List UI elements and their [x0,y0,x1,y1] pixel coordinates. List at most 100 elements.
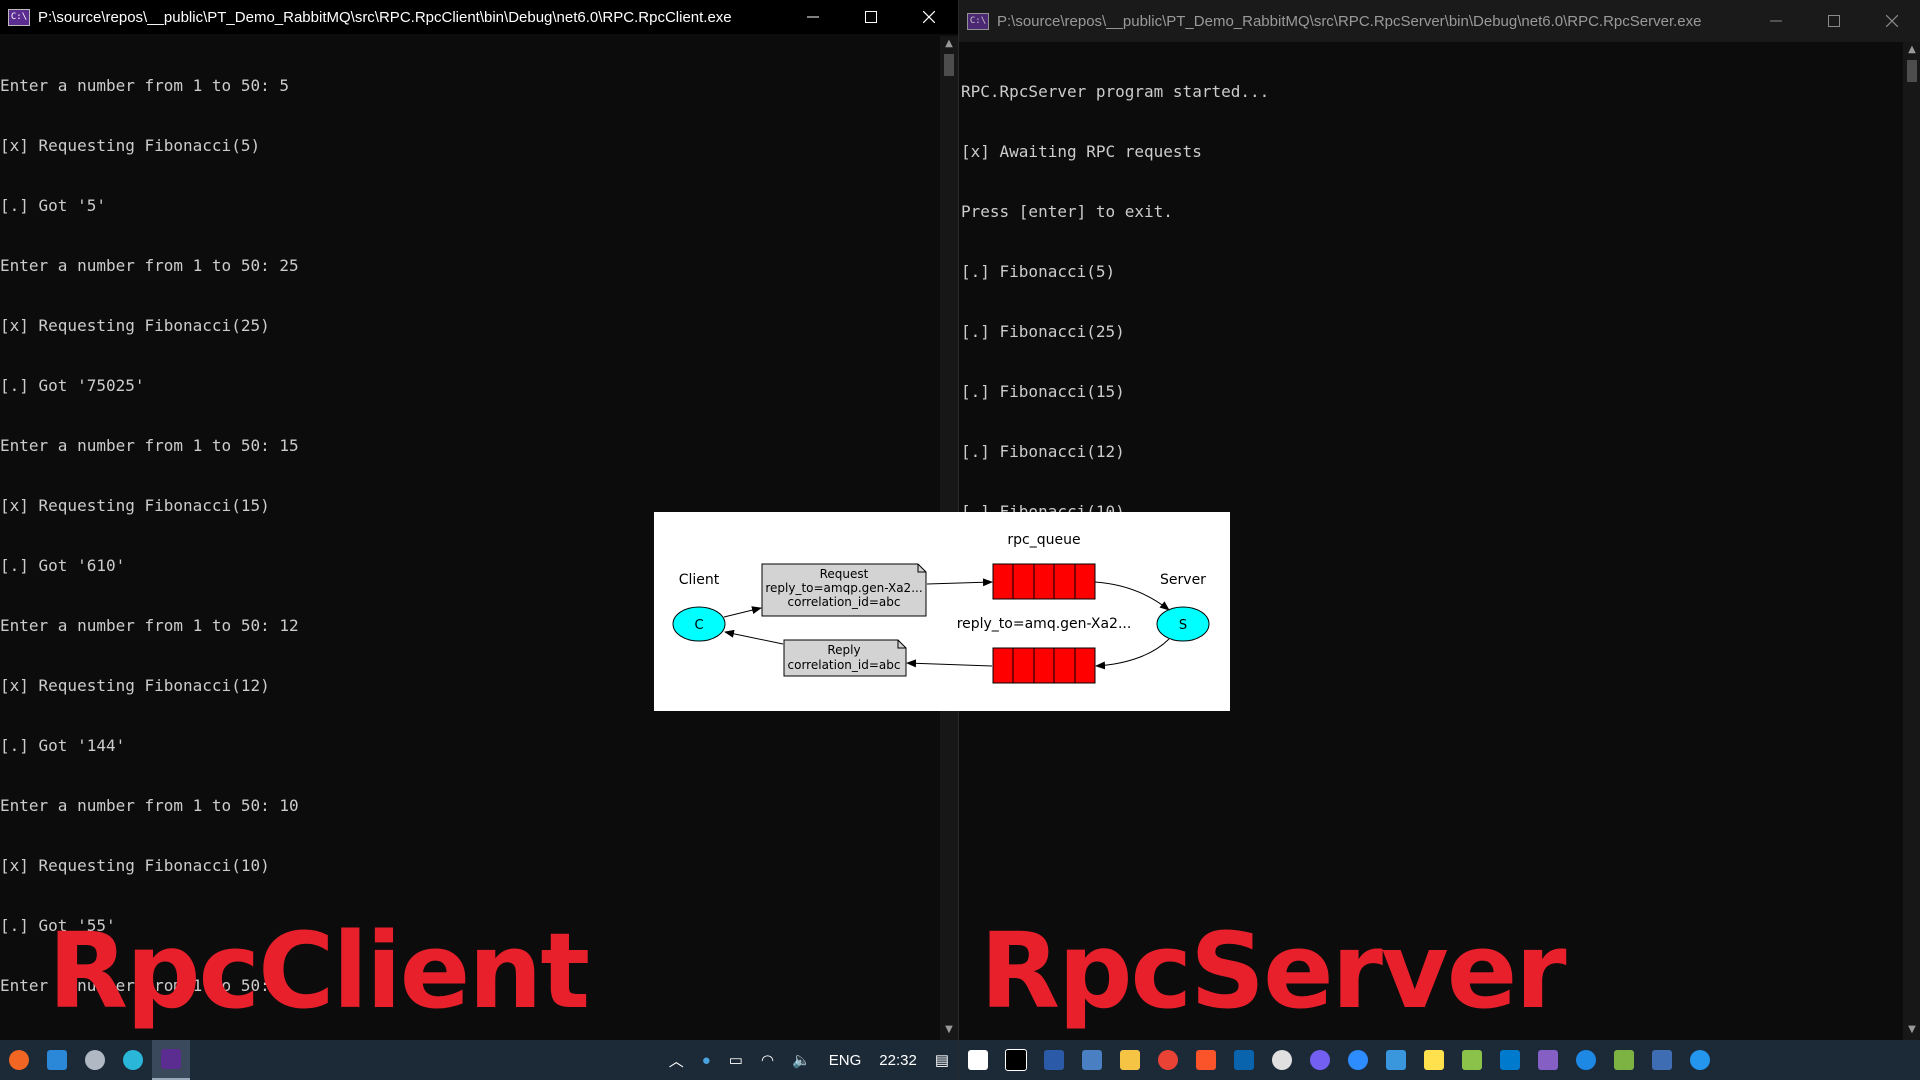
request-to-queue-arrow [926,578,993,587]
rpc-queue [992,563,1096,600]
clock[interactable]: 22:32 [879,1052,917,1069]
rpc-queue-label: rpc_queue [1007,532,1080,548]
request-note-reply-to: reply_to=amqp.gen-Xa2... [765,581,922,595]
diagram-server-label: Server [1160,572,1206,588]
request-note-title: Request [820,567,869,581]
console-line: RPC.RpcServer program started... [961,82,1270,101]
file-explorer-icon[interactable] [1111,1040,1149,1080]
scrollbar-thumb[interactable] [1907,60,1917,82]
teams-icon[interactable] [1377,1040,1415,1080]
wifi-icon[interactable]: ◠ [761,1051,774,1069]
console-line: [x] Requesting Fibonacci(25) [0,316,270,335]
maximize-button[interactable] [842,0,900,34]
console-line: [.] Got '5' [0,196,106,215]
photos-icon[interactable] [38,1040,76,1080]
battery-icon[interactable]: ▭ [729,1051,743,1069]
rpc-flow-diagram: Client C Request reply_to=amqp.gen-Xa2..… [654,512,1230,711]
console-line: [.] Got '75025' [0,376,145,395]
console-line: Enter a number from 1 to 50: 15 [0,436,299,455]
console-line: [.] Fibonacci(12) [961,442,1125,461]
server-title-bar[interactable]: C:\ P:\source\repos\__public\PT_Demo_Rab… [959,0,1920,42]
server-side-taskbar[interactable] [959,1040,1920,1080]
reply-queue-to-note-arrow [906,659,993,668]
console-line: [.] Got '144' [0,736,126,755]
server-node-text: S [1179,618,1187,633]
console-line: Press [enter] to exit. [961,202,1173,221]
minimize-button[interactable] [1747,0,1805,42]
close-icon [923,11,935,23]
terminal-icon[interactable] [997,1040,1035,1080]
outlook-icon[interactable] [1225,1040,1263,1080]
reply-to-client-arrow [724,629,784,645]
slack-icon[interactable] [1263,1040,1301,1080]
network-icon[interactable] [1643,1040,1681,1080]
chevron-up-icon[interactable]: ︿ [669,1050,684,1071]
brave-icon[interactable] [1187,1040,1225,1080]
maps-icon[interactable] [1567,1040,1605,1080]
request-note-correlation: correlation_id=abc [788,595,901,609]
docker-icon[interactable] [1681,1040,1719,1080]
reply-queue-label: reply_to=amq.gen-Xa2... [957,616,1132,632]
rpc-server-label: RpcServer [980,910,1567,1032]
reply-note-correlation: correlation_id=abc [788,658,901,672]
client-to-request-arrow [723,606,762,618]
console-line: [.] Fibonacci(15) [961,382,1125,401]
defender-icon[interactable]: ● [702,1052,711,1069]
client-title-bar[interactable]: C:\ P:\source\repos\__public\PT_Demo_Rab… [0,0,958,34]
powershell-icon[interactable] [1035,1040,1073,1080]
console-app-icon: C:\ [8,8,30,26]
console-line: [x] Requesting Fibonacci(5) [0,136,261,155]
console-line: [x] Requesting Fibonacci(10) [0,856,270,875]
scroll-up-icon[interactable]: ▲ [1906,44,1918,56]
notifications-icon[interactable]: ▤ [935,1051,949,1069]
visual-studio-icon[interactable] [1529,1040,1567,1080]
minimize-button[interactable] [784,0,842,34]
scroll-up-icon[interactable]: ▲ [943,38,955,50]
console-icon[interactable] [152,1040,190,1080]
sticky-notes-icon[interactable] [1415,1040,1453,1080]
maximize-button[interactable] [1805,0,1863,42]
client-side-taskbar[interactable]: ︿ ● ▭ ◠ 🔈 ENG 22:32 ▤ [0,1040,958,1080]
volume-icon[interactable]: 🔈 [792,1051,811,1069]
console-line: [.] Fibonacci(5) [961,262,1116,281]
language-indicator[interactable]: ENG [829,1052,862,1069]
zoom-icon[interactable] [1339,1040,1377,1080]
scroll-down-icon[interactable]: ▼ [943,1024,955,1036]
windows-start-icon[interactable] [959,1040,997,1080]
console-line: Enter a number from 1 to 50: 5 [0,76,289,95]
console-app-icon: C:\ [967,12,989,30]
reply-note-title: Reply [827,643,860,657]
close-button[interactable] [900,0,958,34]
client-node-text: C [694,618,703,633]
minimize-icon [1770,20,1782,22]
tool-icon[interactable] [76,1040,114,1080]
viber-icon[interactable] [1301,1040,1339,1080]
console-line: Enter a number from 1 to 50: 10 [0,796,299,815]
close-icon [1886,15,1898,27]
minimize-icon [807,16,819,18]
vscode-icon[interactable] [1491,1040,1529,1080]
console-line: [.] Fibonacci(25) [961,322,1125,341]
reply-queue [992,647,1096,684]
network-admin-icon[interactable] [1073,1040,1111,1080]
notepad-icon[interactable] [1453,1040,1491,1080]
paint-icon[interactable] [1605,1040,1643,1080]
console-line: [x] Awaiting RPC requests [961,142,1202,161]
maximize-icon [1828,15,1840,27]
server-to-reply-queue-arrow [1095,638,1170,670]
diagram-client-label: Client [679,572,720,588]
chrome-icon[interactable] [1149,1040,1187,1080]
client-window-title: P:\source\repos\__public\PT_Demo_RabbitM… [38,8,732,26]
system-tray[interactable]: ︿ ● ▭ ◠ 🔈 ENG 22:32 ▤ [660,1050,958,1071]
server-scrollbar[interactable]: ▲ ▼ [1903,42,1920,1080]
server-window-title: P:\source\repos\__public\PT_Demo_RabbitM… [997,12,1702,30]
maximize-icon [865,11,877,23]
cloud-icon[interactable] [114,1040,152,1080]
orange-app-icon[interactable] [0,1040,38,1080]
scrollbar-thumb[interactable] [944,54,954,76]
close-button[interactable] [1863,0,1920,42]
console-line: Enter a number from 1 to 50: 25 [0,256,299,275]
queue-to-server-arrow [1094,581,1170,611]
scroll-down-icon[interactable]: ▼ [1906,1024,1918,1036]
rpc-client-label: RpcClient [48,910,590,1032]
